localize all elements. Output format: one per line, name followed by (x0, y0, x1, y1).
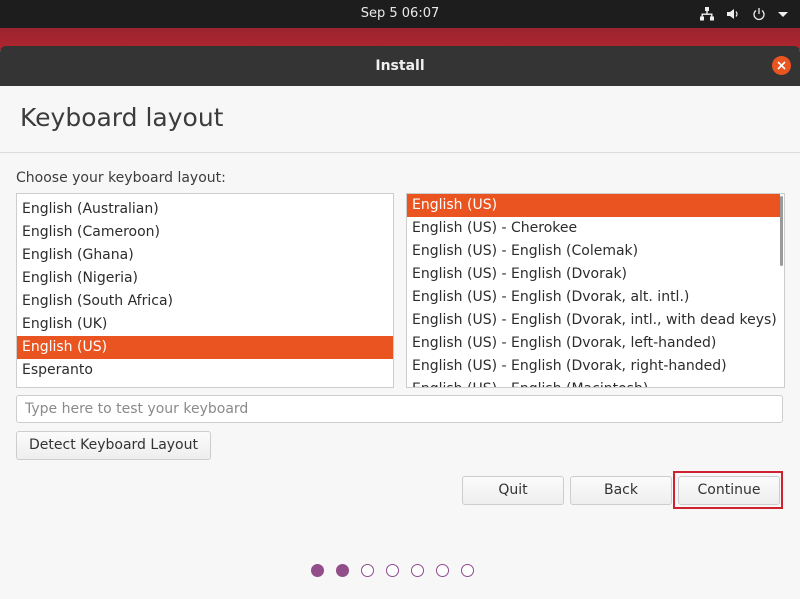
continue-button[interactable]: Continue (678, 476, 780, 505)
top-bar: Sep 5 06:07 (0, 0, 800, 28)
progress-dot (411, 564, 424, 577)
clock[interactable]: Sep 5 06:07 (0, 0, 800, 28)
list-item[interactable]: English (UK) (17, 313, 393, 336)
back-button[interactable]: Back (570, 476, 672, 505)
header-divider (0, 152, 800, 153)
list-item[interactable]: English (Cameroon) (17, 221, 393, 244)
list-item[interactable]: English (Nigeria) (17, 267, 393, 290)
list-item[interactable]: English (South Africa) (17, 290, 393, 313)
list-item[interactable]: English (US) - English (Dvorak, alt. int… (407, 286, 780, 309)
list-item[interactable]: English (US) (17, 336, 393, 359)
keyboard-layout-list[interactable]: English (Australian) English (Cameroon) En… (16, 193, 394, 388)
progress-dot (436, 564, 449, 577)
network-icon[interactable] (700, 7, 714, 21)
progress-dot (461, 564, 474, 577)
volume-icon[interactable] (726, 7, 740, 21)
list-item[interactable]: English (US) - English (Colemak) (407, 240, 780, 263)
quit-button[interactable]: Quit (462, 476, 564, 505)
installation-progress-dots (311, 564, 474, 577)
list-item[interactable]: English (US) - English (Dvorak, left-han… (407, 332, 780, 355)
keyboard-test-input[interactable] (16, 395, 783, 423)
window-titlebar[interactable]: Install (0, 46, 800, 86)
list-item[interactable]: Esperanto (17, 359, 393, 382)
progress-dot (386, 564, 399, 577)
close-button[interactable] (772, 56, 791, 75)
list-item[interactable]: English (US) - English (Dvorak, right-ha… (407, 355, 780, 378)
variant-list-scrollbar[interactable] (780, 196, 783, 266)
power-icon[interactable] (752, 7, 766, 21)
progress-dot (311, 564, 324, 577)
close-icon (777, 61, 786, 70)
list-item[interactable]: English (US) - English (Dvorak, intl., w… (407, 309, 780, 332)
list-item[interactable]: English (US) (407, 194, 780, 217)
keyboard-variant-list[interactable]: English (US) English (US) - Cherokee Engli… (406, 193, 785, 388)
progress-dot (361, 564, 374, 577)
page-title: Keyboard layout (20, 103, 224, 132)
list-item[interactable]: English (US) - Cherokee (407, 217, 780, 240)
list-item[interactable]: English (Ghana) (17, 244, 393, 267)
list-item[interactable]: English (US) - English (Macintosh) (407, 378, 780, 387)
list-item[interactable]: English (US) - English (Dvorak) (407, 263, 780, 286)
layout-prompt-label: Choose your keyboard layout: (16, 170, 226, 186)
list-item[interactable]: English (Australian) (17, 198, 393, 221)
system-tray[interactable] (700, 0, 788, 28)
window-title: Install (375, 58, 425, 74)
menu-down-icon[interactable] (778, 9, 788, 19)
detect-keyboard-layout-button[interactable]: Detect Keyboard Layout (16, 431, 211, 460)
progress-dot (336, 564, 349, 577)
